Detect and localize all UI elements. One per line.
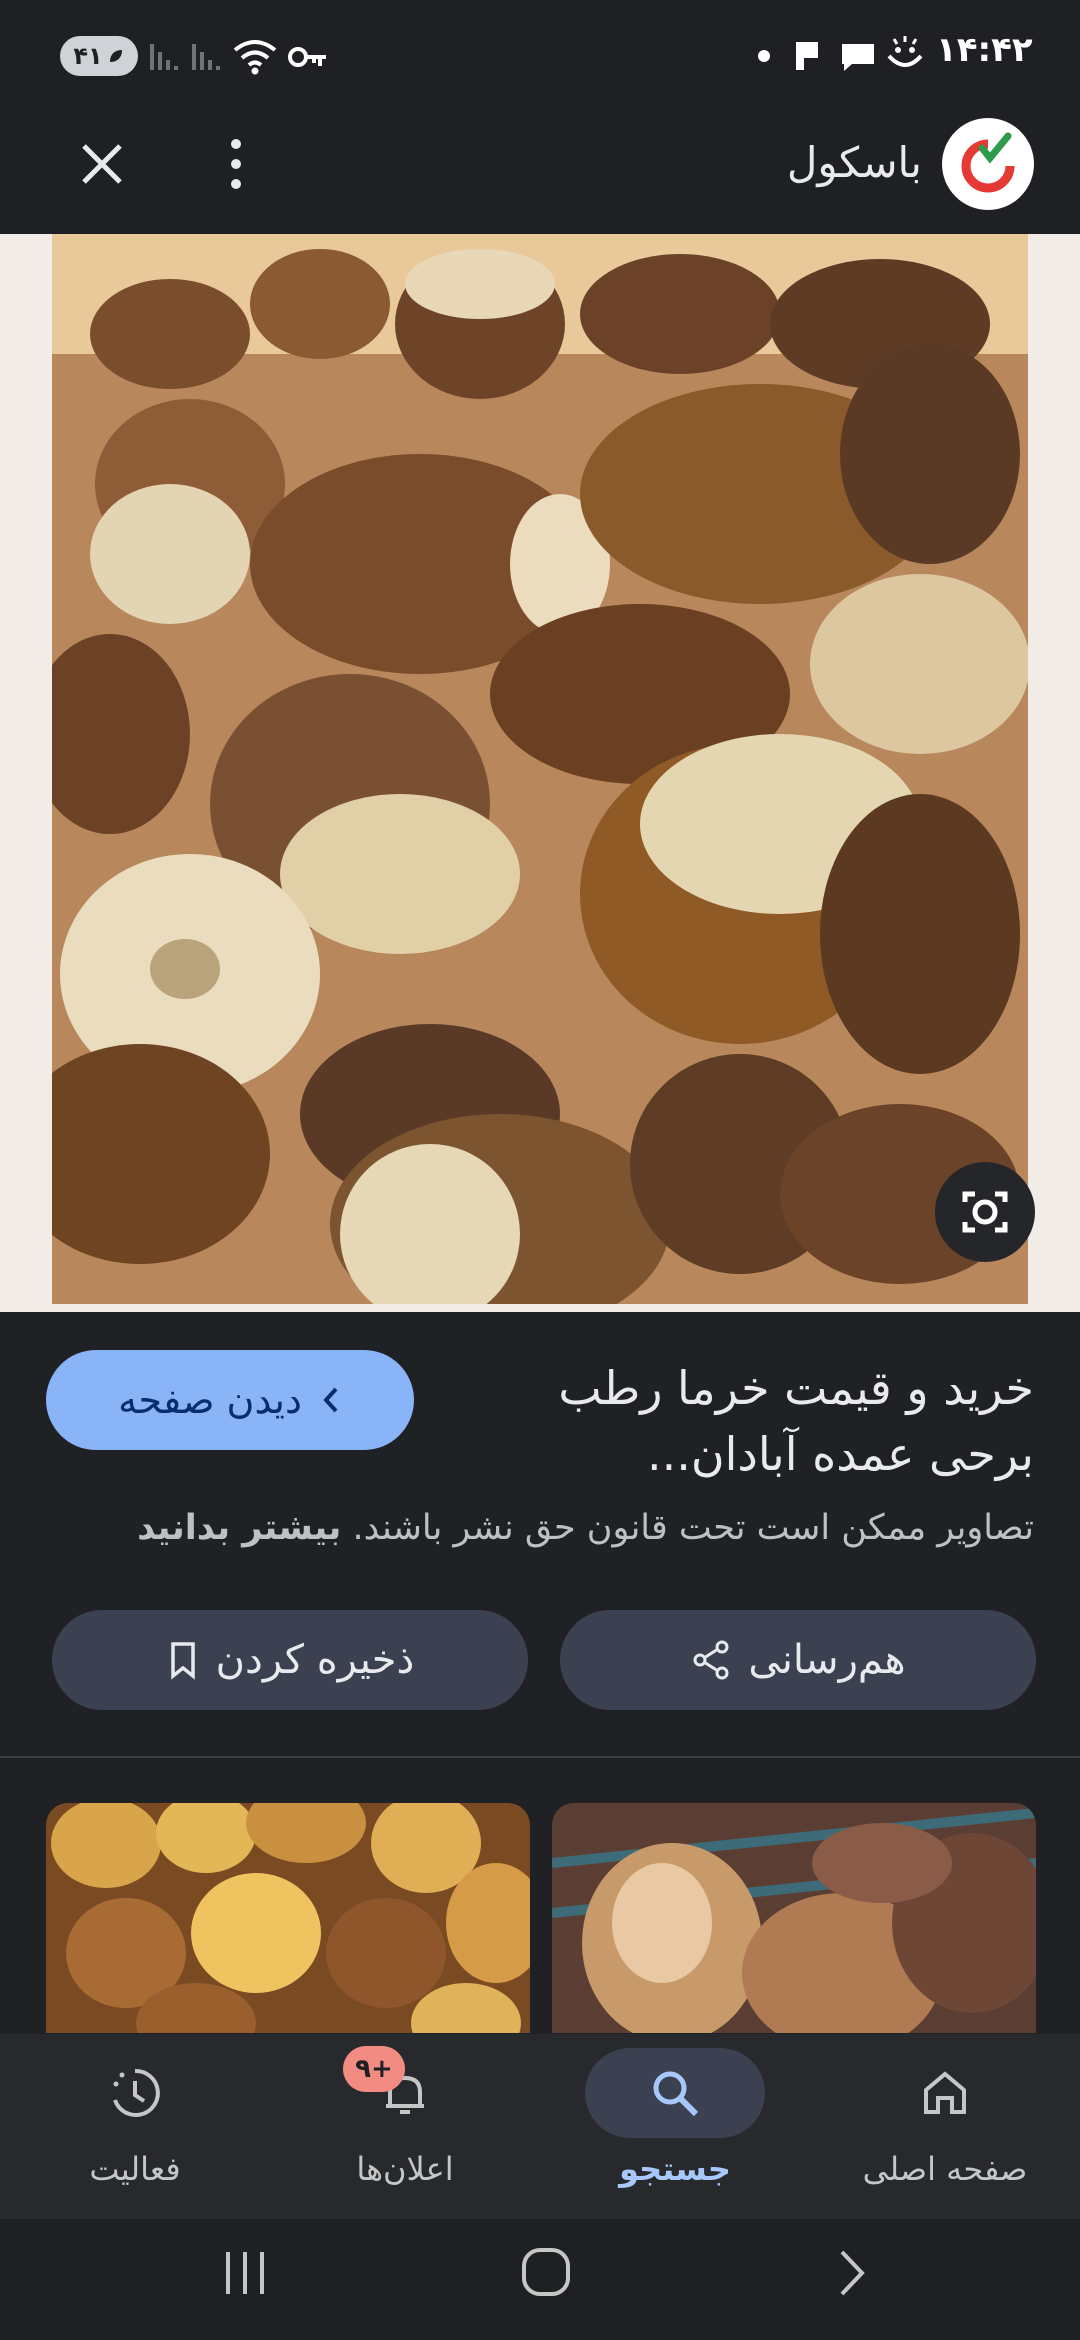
visit-page-label: دیدن صفحه: [118, 1378, 302, 1422]
result-image[interactable]: [0, 234, 1080, 1334]
vpn-key-icon: [288, 47, 326, 67]
nav-home-iconwrap: [855, 2048, 1035, 2138]
lens-icon: [962, 1191, 1008, 1233]
nav-search[interactable]: جستجو: [540, 2034, 810, 2219]
visit-page-button[interactable]: دیدن صفحه: [46, 1350, 414, 1450]
share-icon: [693, 1640, 729, 1680]
app-notification-icon: [796, 42, 818, 70]
nav-activity-label: فعالیت: [89, 2150, 181, 2188]
recent-apps-icon[interactable]: [218, 2246, 272, 2300]
chat-bubble-icon: [842, 44, 874, 71]
wifi-icon: [233, 40, 277, 75]
learn-more-link[interactable]: بیشتر بدانید: [137, 1508, 341, 1548]
nav-search-label: جستجو: [619, 2150, 731, 2188]
signal-icon-2: [192, 44, 220, 70]
search-icon: [653, 2071, 699, 2117]
dates-photo: [0, 234, 1080, 1334]
lens-search-button[interactable]: [935, 1162, 1035, 1262]
notification-dot: [758, 50, 770, 62]
share-button[interactable]: هم‌رسانی: [560, 1610, 1036, 1710]
battery-level: ۴۱: [73, 42, 103, 70]
save-label: ذخیره کردن: [215, 1637, 415, 1683]
site-name[interactable]: باسکول: [787, 138, 922, 187]
related-image-2[interactable]: [552, 1803, 1036, 2033]
chevron-left-icon: [323, 1387, 338, 1413]
result-title[interactable]: خرید و قیمت خرما رطب برحی عمده آبادان...: [474, 1355, 1034, 1487]
nav-activity-iconwrap: [45, 2048, 225, 2138]
home-icon: [924, 2071, 966, 2114]
activity-icon: [113, 2068, 160, 2117]
nav-notifications-iconwrap: [315, 2048, 495, 2138]
share-label: هم‌رسانی: [748, 1637, 906, 1683]
notification-badge: ۹+: [343, 2046, 405, 2092]
related-image-1[interactable]: [46, 1803, 530, 2033]
nav-activity[interactable]: فعالیت: [0, 2034, 270, 2219]
leaf-icon: [109, 50, 122, 62]
smiley-icon: [887, 36, 923, 67]
home-button-icon[interactable]: [518, 2244, 574, 2300]
signal-icon-1: [150, 44, 178, 70]
save-button[interactable]: ذخیره کردن: [52, 1610, 528, 1710]
divider: [0, 1756, 1080, 1758]
dates-thumbnail-2: [552, 1803, 1036, 2033]
nav-home[interactable]: صفحه اصلی: [810, 2034, 1080, 2219]
battery-indicator: ۴۱: [60, 36, 138, 76]
nav-search-iconwrap: [585, 2048, 765, 2138]
basket-logo-icon: [961, 132, 1015, 193]
back-chevron-icon[interactable]: [830, 2246, 874, 2300]
more-options-icon[interactable]: [224, 136, 248, 192]
clock: ۱۴:۴۲: [936, 30, 1033, 70]
dates-thumbnail-1: [46, 1803, 530, 2033]
copyright-notice: تصاویر ممکن است تحت قانون حق نشر باشند. …: [44, 1508, 1034, 1548]
site-logo[interactable]: [942, 118, 1034, 210]
nav-notifications-label: اعلان‌ها: [356, 2150, 454, 2188]
nav-notifications[interactable]: اعلان‌ها: [270, 2034, 540, 2219]
notice-text: تصاویر ممکن است تحت قانون حق نشر باشند.: [352, 1508, 1034, 1548]
close-icon[interactable]: [78, 140, 126, 188]
nav-home-label: صفحه اصلی: [862, 2150, 1028, 2188]
bookmark-icon: [170, 1642, 195, 1680]
